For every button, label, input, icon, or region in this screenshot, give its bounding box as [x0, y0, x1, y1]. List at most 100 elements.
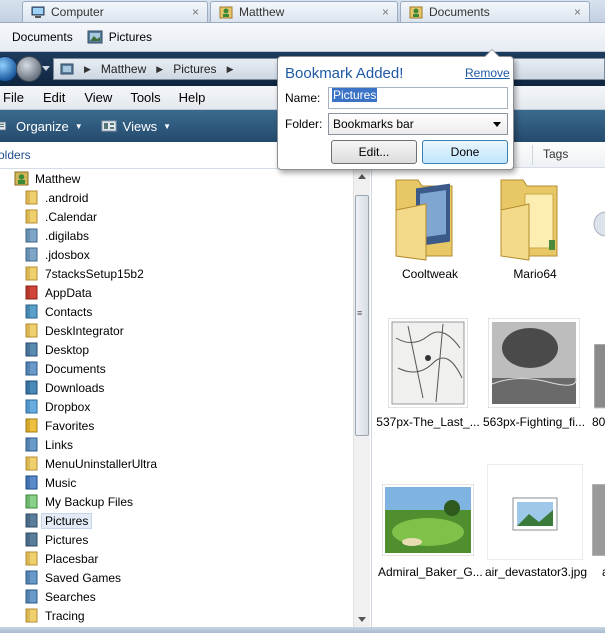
folder-icon [60, 63, 74, 75]
tree-item[interactable]: AppData [24, 283, 92, 302]
tree-scrollbar[interactable]: ≡ [353, 169, 370, 627]
organize-button[interactable]: Organize ▼ [0, 119, 87, 134]
tree-item[interactable]: MenuUninstallerUltra [24, 454, 157, 473]
chevron-right-icon[interactable]: ▶ [156, 64, 163, 75]
column-tags[interactable]: Tags [543, 147, 568, 161]
tree-item[interactable]: Desktop [24, 340, 89, 359]
close-icon[interactable]: × [192, 5, 199, 19]
menu-help[interactable]: Help [175, 90, 214, 105]
tab-documents[interactable]: Documents × [400, 1, 590, 22]
tree-item[interactable]: Contacts [24, 302, 92, 321]
breadcrumb-pictures[interactable]: Pictures [173, 62, 216, 76]
content-pane: Tags Cooltweak Mario64 537px-The_Last_..… [371, 142, 605, 627]
tree-item-label: Dropbox [45, 399, 91, 414]
name-label: Name: [285, 91, 321, 105]
scroll-up-icon[interactable] [358, 174, 366, 179]
dropbox-icon [25, 399, 38, 414]
close-icon[interactable]: × [382, 5, 389, 19]
bookmark-name-input[interactable]: Pictures [328, 87, 508, 109]
chevron-down-icon: ▼ [74, 121, 83, 131]
tree-item[interactable]: My Backup Files [24, 492, 133, 511]
tree-item[interactable]: Pictures [24, 530, 88, 549]
file-item[interactable]: Mario64 [487, 170, 583, 285]
tree-item[interactable]: Favorites [24, 416, 94, 435]
tree-item[interactable]: Saved Games [24, 568, 121, 587]
tree-item[interactable]: DeskIntegrator [24, 321, 124, 340]
contacts-icon [25, 304, 38, 319]
tree-item[interactable]: Tracing [24, 606, 85, 625]
file-item[interactable]: Admiral_Baker_G... [378, 464, 482, 579]
tree-item-label: AppData [45, 285, 92, 300]
tree-item-label: DeskIntegrator [45, 323, 124, 338]
file-item[interactable]: a [592, 464, 605, 579]
folder-icon [25, 190, 38, 205]
bookmark-documents[interactable]: Documents [0, 26, 80, 48]
tab-matthew[interactable]: Matthew × [210, 1, 398, 22]
menu-view[interactable]: View [80, 90, 120, 105]
column-divider[interactable] [532, 145, 533, 165]
tab-label: Matthew [239, 5, 285, 19]
tree-item[interactable]: Documents [24, 359, 106, 378]
tree-item[interactable]: Placesbar [24, 549, 98, 568]
remove-bookmark-link[interactable]: Remove [465, 66, 510, 80]
tree-item[interactable]: 7stacksSetup15b2 [24, 264, 144, 283]
file-item[interactable]: 537px-The_Last_... [376, 318, 480, 429]
file-item[interactable]: 800 [588, 318, 605, 429]
menu-file[interactable]: File [0, 90, 32, 105]
tree-item[interactable]: .Calendar [24, 207, 97, 226]
folder-icon [25, 608, 38, 623]
folder-doc-icon [25, 247, 38, 262]
tab-computer[interactable]: Computer × [22, 1, 208, 22]
tree-item-label: Tracing [45, 608, 85, 623]
file-item[interactable]: 563px-Fighting_fi... [482, 318, 586, 429]
music-icon [25, 475, 38, 490]
folder-icon [25, 456, 38, 471]
tree-item-label: Placesbar [45, 551, 99, 566]
edit-button[interactable]: Edit... [331, 140, 417, 164]
organize-icon [0, 121, 6, 131]
tree-item[interactable]: .android [24, 188, 88, 207]
tree-item[interactable]: Dropbox [24, 397, 90, 416]
bookmark-pictures[interactable]: Pictures [80, 26, 159, 48]
close-icon[interactable]: × [574, 5, 581, 19]
desktop-folder-icon [25, 342, 38, 357]
tree-item-label: My Backup Files [45, 494, 134, 509]
tree-item-label: Contacts [45, 304, 93, 319]
file-caption: 800 [592, 415, 605, 429]
tree-item[interactable]: Downloads [24, 378, 104, 397]
file-caption: 563px-Fighting_fi... [482, 415, 586, 429]
tree-item[interactable]: Pictures [24, 511, 93, 530]
forward-button[interactable] [16, 56, 42, 82]
photo-image-thumbnail [488, 318, 580, 408]
generic-image-thumbnail [487, 464, 583, 560]
menu-tools[interactable]: Tools [126, 90, 168, 105]
computer-icon [31, 6, 45, 18]
menu-edit[interactable]: Edit [39, 90, 73, 105]
file-item[interactable]: air_devastator3.jpg [482, 464, 590, 579]
tree-item[interactable]: Links [24, 435, 73, 454]
breadcrumb-matthew[interactable]: Matthew [101, 62, 146, 76]
bookmark-added-popup: Bookmark Added! Remove Name: Pictures Fo… [277, 49, 514, 170]
grip-icon: ≡ [357, 308, 363, 318]
tree-item[interactable]: .jdosbox [24, 245, 90, 264]
bookmark-folder-select[interactable]: Bookmarks bar [328, 113, 508, 135]
gear-icon[interactable] [592, 194, 605, 254]
saved-games-icon [25, 570, 38, 585]
user-folder-icon [409, 6, 423, 19]
tree-item[interactable]: .digilabs [24, 226, 89, 245]
file-item[interactable]: Cooltweak [382, 170, 478, 285]
links-icon [25, 437, 38, 452]
tree-item[interactable]: Searches [24, 587, 96, 606]
tree-item[interactable]: Music [24, 473, 76, 492]
chevron-right-icon[interactable]: ▶ [227, 64, 234, 75]
file-caption: air_devastator3.jpg [484, 565, 588, 579]
chevron-right-icon[interactable]: ▶ [84, 64, 91, 75]
chevron-down-icon[interactable] [42, 66, 50, 71]
tree-item-label: .Calendar [45, 209, 98, 224]
done-button[interactable]: Done [422, 140, 508, 164]
views-button[interactable]: Views ▼ [97, 119, 175, 134]
tree-item-label: Searches [45, 589, 96, 604]
scroll-down-icon[interactable] [358, 617, 366, 622]
tree-item-label: Desktop [45, 342, 90, 357]
tree-root-matthew[interactable]: Matthew [14, 169, 80, 188]
